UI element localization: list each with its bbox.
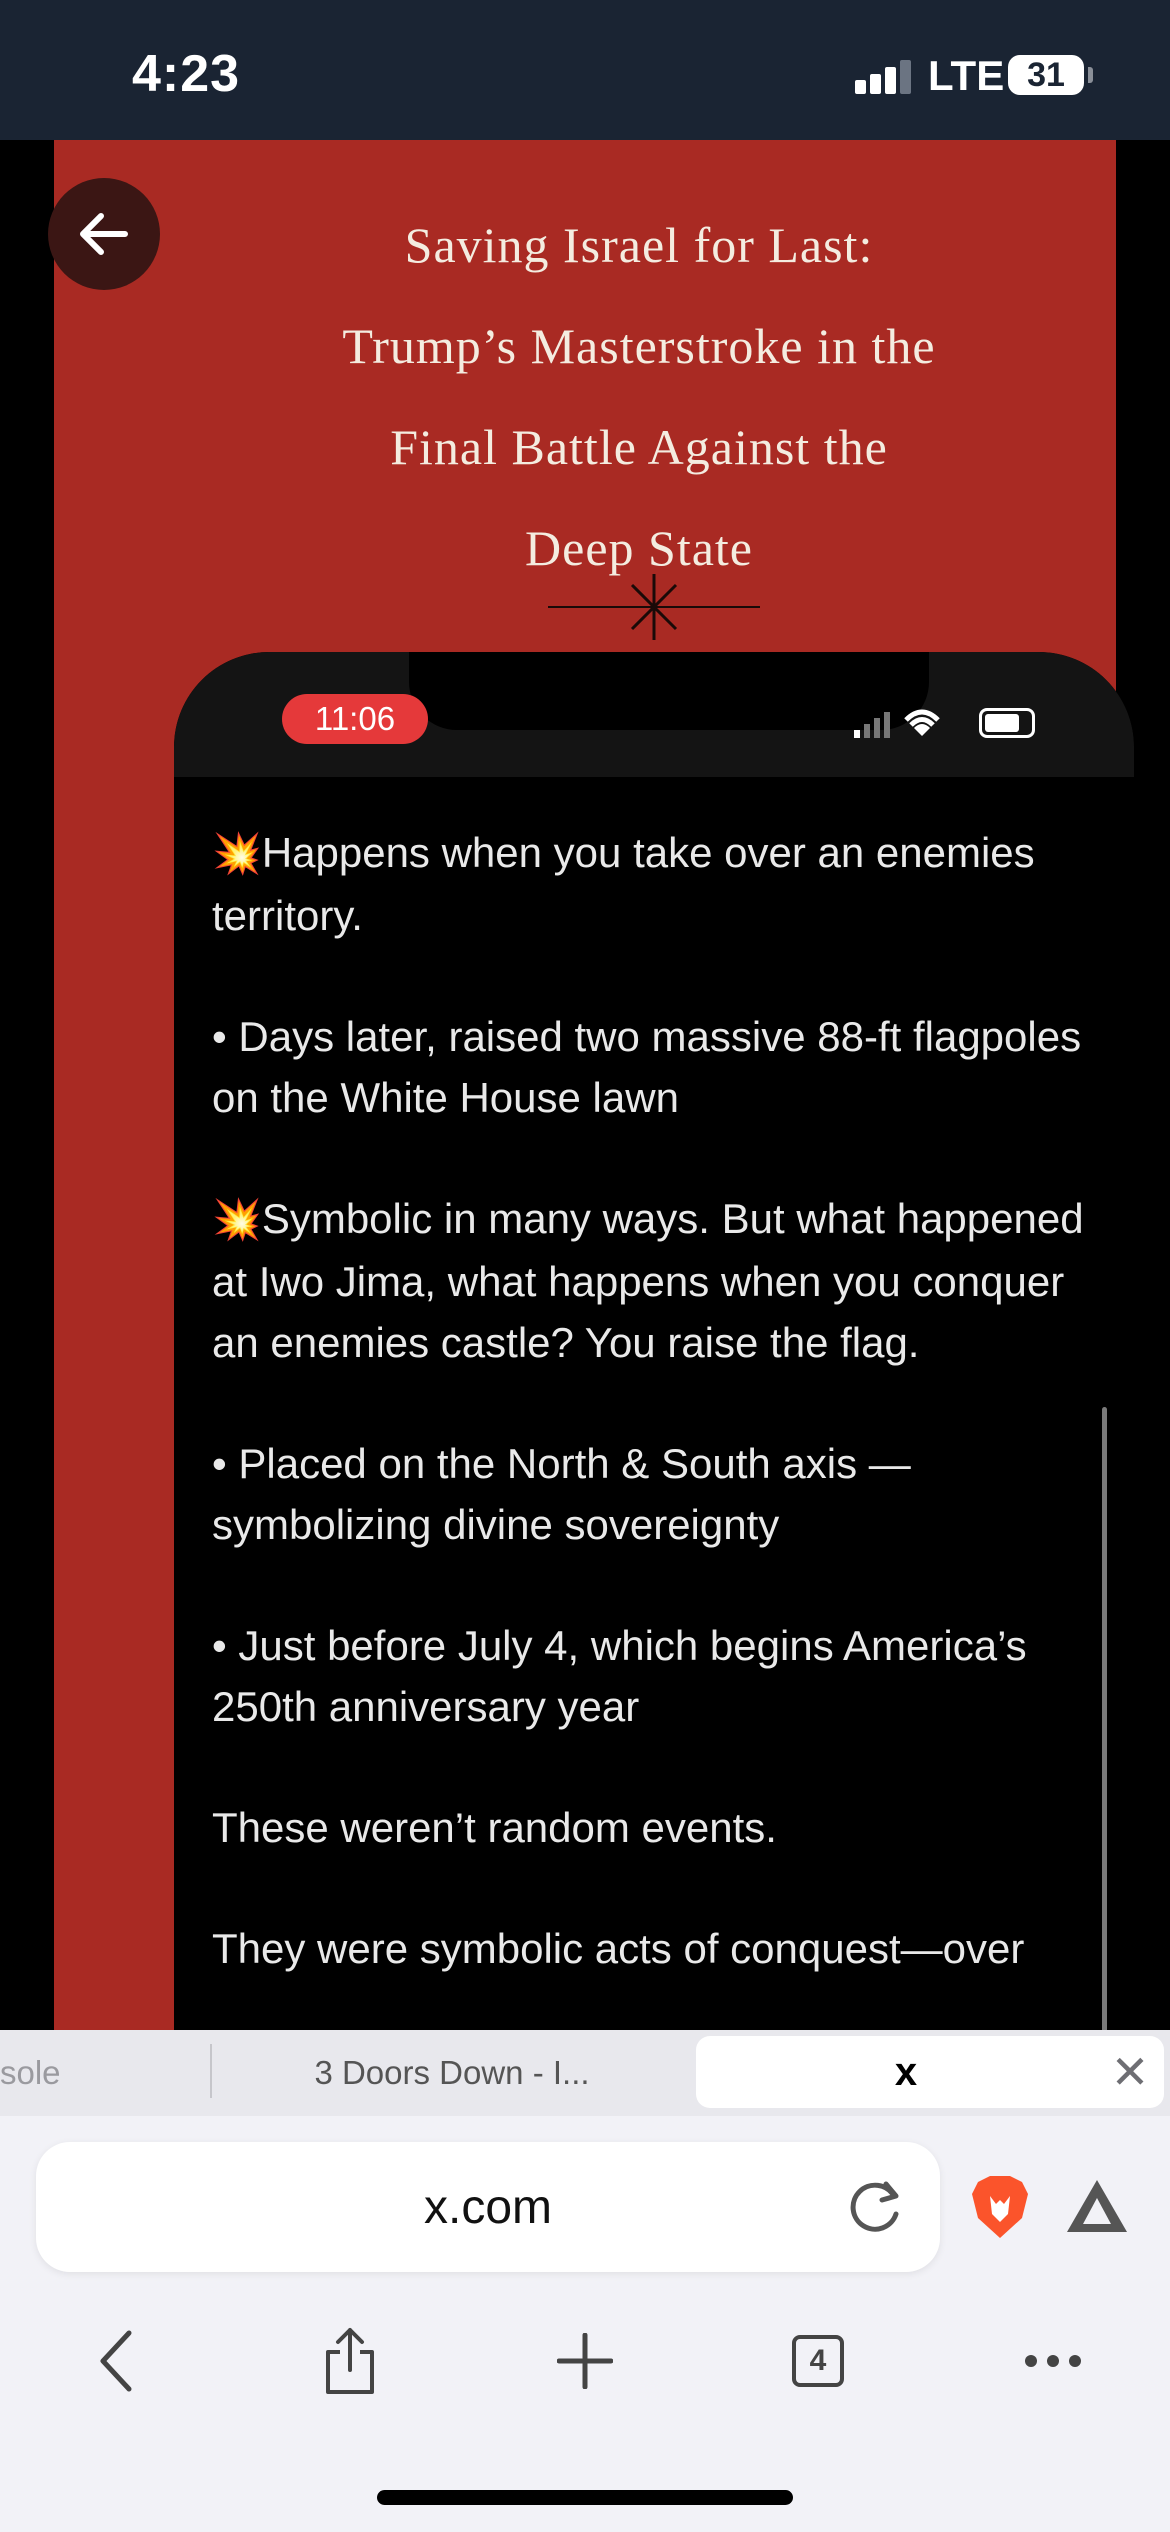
brave-lion-icon[interactable] (970, 2174, 1030, 2240)
post-paragraph: 💥Symbolic in many ways. But what happene… (212, 1188, 1112, 1373)
phone-notch (409, 652, 929, 730)
home-indicator[interactable] (377, 2490, 793, 2505)
article-panel: Saving Israel for Last: Trump’s Masterst… (54, 140, 1134, 2030)
embedded-signal-wifi-icon (854, 709, 940, 738)
page-content: Saving Israel for Last: Trump’s Masterst… (0, 140, 1170, 2030)
embedded-time-badge: 11:06 (282, 694, 428, 744)
post-paragraph: They were symbolic acts of conquest—over (212, 1918, 1112, 1979)
share-button[interactable] (305, 2316, 395, 2406)
post-paragraph: • Days later, raised two massive 88-ft f… (212, 1006, 1112, 1128)
browser-toolbar: x.com 4 (0, 2116, 1170, 2532)
paragraph-text: Happens when you take over an enemies te… (212, 829, 1035, 939)
network-type: LTE (928, 52, 1005, 99)
battery-level: 31 (1027, 55, 1065, 94)
status-bar: 4:23 LTE 31 (0, 0, 1170, 140)
embedded-phone-screenshot: 11:06 💥Happens when you take over an ene… (174, 652, 1134, 2030)
back-button[interactable] (48, 178, 160, 290)
star-divider-icon (548, 574, 760, 640)
tabs-button[interactable]: 4 (773, 2316, 863, 2406)
cellular-signal-icon (855, 58, 915, 94)
share-icon (326, 2328, 374, 2394)
plus-icon (557, 2333, 613, 2389)
reload-icon[interactable] (844, 2176, 906, 2238)
more-menu-button[interactable] (1008, 2316, 1098, 2406)
post-paragraph: 💥Happens when you take over an enemies t… (212, 822, 1112, 946)
post-paragraph: • Just before July 4, which begins Ameri… (212, 1615, 1112, 1737)
tab-console[interactable]: sole (0, 2030, 210, 2116)
paragraph-text: • Just before July 4, which begins Ameri… (212, 1622, 1027, 1730)
status-time: 4:23 (132, 45, 241, 103)
address-bar[interactable]: x.com (36, 2142, 940, 2272)
post-paragraph: • Placed on the North & South axis — sym… (212, 1433, 1112, 1555)
battery-icon: 31 (1008, 55, 1084, 95)
battery-tip (1088, 67, 1093, 83)
embedded-status-bar: 11:06 (174, 652, 1134, 777)
title-line: Saving Israel for Last: (404, 217, 874, 273)
paragraph-text: These weren’t random events. (212, 1804, 777, 1851)
paragraph-text: • Placed on the North & South axis — sym… (212, 1440, 911, 1548)
back-nav-button[interactable] (72, 2316, 162, 2406)
embedded-battery-icon (979, 708, 1035, 738)
scrollbar[interactable] (1102, 1407, 1107, 2030)
post-text: 💥Happens when you take over an enemies t… (212, 822, 1112, 2030)
title-line: Final Battle Against the (390, 419, 888, 475)
close-tab-icon[interactable]: ✕ (1096, 2036, 1164, 2108)
tab-label: x (894, 2049, 918, 2094)
paragraph-text: • Days later, raised two massive 88-ft f… (212, 1013, 1082, 1121)
paragraph-text: They were symbolic acts of conquest—over (212, 1925, 1025, 1972)
brave-rewards-icon[interactable] (1065, 2176, 1129, 2236)
title-line: Trump’s Masterstroke in the (342, 318, 936, 374)
tab-count: 4 (809, 2344, 827, 2377)
tab-count-icon: 4 (792, 2335, 844, 2387)
chevron-left-icon (100, 2330, 132, 2392)
tab-3-doors-down[interactable]: 3 Doors Down - I... (212, 2030, 692, 2116)
tab-label: sole (0, 2054, 61, 2091)
tab-strip: sole 3 Doors Down - I... x ✕ (0, 2030, 1170, 2116)
tab-x-active[interactable]: x ✕ (696, 2036, 1164, 2108)
new-tab-button[interactable] (540, 2316, 630, 2406)
tab-label: 3 Doors Down - I... (314, 2054, 590, 2091)
post-paragraph: These weren’t random events. (212, 1797, 1112, 1858)
arrow-left-icon (80, 213, 128, 255)
url-text: x.com (423, 2180, 552, 2234)
article-title: Saving Israel for Last: Trump’s Masterst… (224, 195, 1054, 599)
collision-icon: 💥 (212, 832, 262, 876)
ellipsis-icon (1025, 2355, 1081, 2367)
paragraph-text: Symbolic in many ways. But what happened… (212, 1195, 1084, 1366)
collision-icon: 💥 (212, 1198, 262, 1242)
